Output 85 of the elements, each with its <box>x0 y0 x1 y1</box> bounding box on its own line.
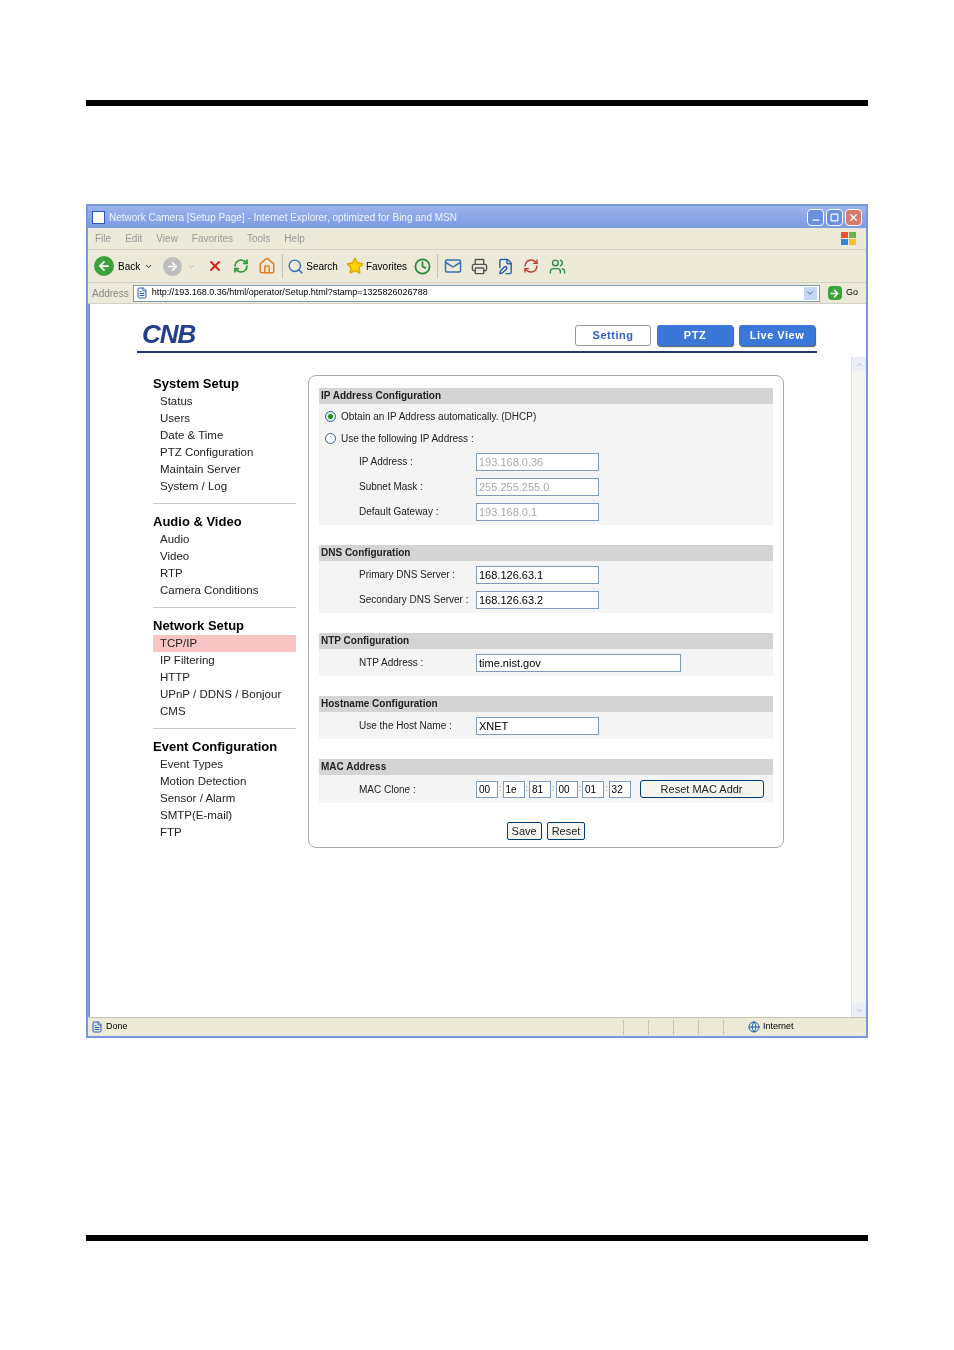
octet-field[interactable]: 1e <box>502 780 525 798</box>
zone-text: Internet <box>763 1020 795 1034</box>
section-header: IP Address Configuration <box>319 388 773 404</box>
search-icon <box>287 257 305 275</box>
field-label: Default Gateway : <box>359 505 440 519</box>
radio-label: Obtain an IP Address automatically. (DHCP) <box>341 409 537 424</box>
sidebar-item[interactable]: Event Types <box>153 756 296 773</box>
separator: : <box>524 782 530 796</box>
address-field[interactable]: http://193.168.0.36/html/operator/Setup.html?stamp=1325826026788 <box>132 284 820 302</box>
field-label: Subnet Mask : <box>359 480 424 494</box>
section-header: Hostname Configuration <box>319 696 773 712</box>
text-field[interactable]: 168.126.63.2 <box>476 590 599 609</box>
field-label: Primary DNS Server : <box>359 568 457 582</box>
caret-icon <box>805 288 816 298</box>
address-label: Address <box>92 286 129 301</box>
globe-icon <box>748 1021 760 1033</box>
nav-tab[interactable]: Live View <box>739 325 815 346</box>
field-label: Use the Host Name : <box>359 719 453 733</box>
sidebar-item[interactable]: UPnP / DDNS / Bonjour <box>153 686 296 703</box>
maximize-icon <box>830 212 839 222</box>
maximize-button[interactable] <box>826 208 843 226</box>
sidebar-item[interactable]: CMS <box>153 703 296 720</box>
forward-icon[interactable] <box>161 255 184 277</box>
sidebar-item[interactable]: Camera Conditions <box>153 582 296 599</box>
window-title: Network Camera [Setup Page] - Internet Explorer, optimized for Bing and MSN <box>109 210 458 225</box>
close-icon <box>848 211 859 223</box>
text-field[interactable]: 168.126.63.1 <box>476 565 599 584</box>
octet-field[interactable]: 32 <box>608 780 631 798</box>
sidebar-item[interactable]: Video <box>153 548 296 565</box>
separator: : <box>551 782 556 796</box>
dropdown-button[interactable] <box>804 286 817 300</box>
sidebar-item[interactable]: Users <box>153 410 296 427</box>
octet-field[interactable]: 01 <box>582 780 605 798</box>
sidebar-item[interactable]: System / Log <box>153 478 296 495</box>
sidebar-heading: System Setup <box>153 375 240 393</box>
sidebar-item[interactable]: Audio <box>153 531 296 548</box>
status-text: Done <box>106 1020 129 1034</box>
sidebar-item[interactable]: FTP <box>153 824 296 841</box>
close-button[interactable] <box>845 208 862 226</box>
text-field[interactable]: time.nist.gov <box>476 653 681 672</box>
search-button[interactable]: Search <box>287 257 338 275</box>
back-button[interactable]: Back <box>94 256 141 276</box>
radio-button[interactable] <box>325 432 336 444</box>
form-button[interactable]: Reset <box>546 822 586 840</box>
radio-button[interactable] <box>325 410 336 422</box>
sidebar-item[interactable]: PTZ Configuration <box>153 444 296 461</box>
sidebar-item[interactable]: IP Filtering <box>153 652 296 669</box>
sidebar-heading: Event Configuration <box>153 738 279 756</box>
separator: : <box>577 782 583 796</box>
section-header: DNS Configuration <box>319 545 773 561</box>
star-icon <box>345 257 364 275</box>
go-button[interactable]: Go <box>824 286 862 300</box>
field-label: Secondary DNS Server : <box>359 593 470 607</box>
sidebar-heading: Audio & Video <box>153 513 243 531</box>
radio-label: Use the following IP Address : <box>341 431 474 446</box>
section-header: NTP Configuration <box>319 633 773 649</box>
separator: : <box>498 782 503 796</box>
nav-tab[interactable]: PTZ <box>657 325 733 346</box>
minimize-button[interactable] <box>807 208 824 226</box>
sidebar-item[interactable]: Motion Detection <box>153 773 296 790</box>
reset-mac-button[interactable]: Reset MAC Addr <box>639 780 764 798</box>
field-label: MAC Clone : <box>359 782 417 797</box>
section-header: MAC Address <box>319 759 773 775</box>
sidebar-item[interactable]: RTP <box>153 565 296 582</box>
octet-field[interactable]: 81 <box>529 780 552 798</box>
field-label: IP Address : <box>359 455 414 469</box>
form-button[interactable]: Save <box>506 822 542 840</box>
octet-field[interactable]: 00 <box>476 780 498 798</box>
windows-flag-icon <box>840 230 858 247</box>
text-field[interactable]: XNET <box>476 716 599 735</box>
sidebar-item[interactable]: Date & Time <box>153 427 296 444</box>
sidebar-item[interactable]: HTTP <box>153 669 296 686</box>
sidebar-item[interactable]: Maintain Server <box>153 461 296 478</box>
go-arrow-icon <box>828 286 842 300</box>
sidebar-heading: Network Setup <box>153 617 245 635</box>
separator: : <box>604 782 609 796</box>
favorites-button[interactable]: Favorites <box>345 257 408 275</box>
sidebar-item[interactable]: Status <box>153 393 296 410</box>
logo: CNB <box>142 322 196 346</box>
field-label: NTP Address : <box>359 656 425 670</box>
sidebar-item[interactable]: TCP/IP <box>153 635 296 652</box>
sidebar-item[interactable]: SMTP(E-mail) <box>153 807 296 824</box>
octet-field[interactable]: 00 <box>555 780 578 798</box>
sidebar-item[interactable]: Sensor / Alarm <box>153 790 296 807</box>
nav-tab[interactable]: Setting <box>575 325 651 346</box>
